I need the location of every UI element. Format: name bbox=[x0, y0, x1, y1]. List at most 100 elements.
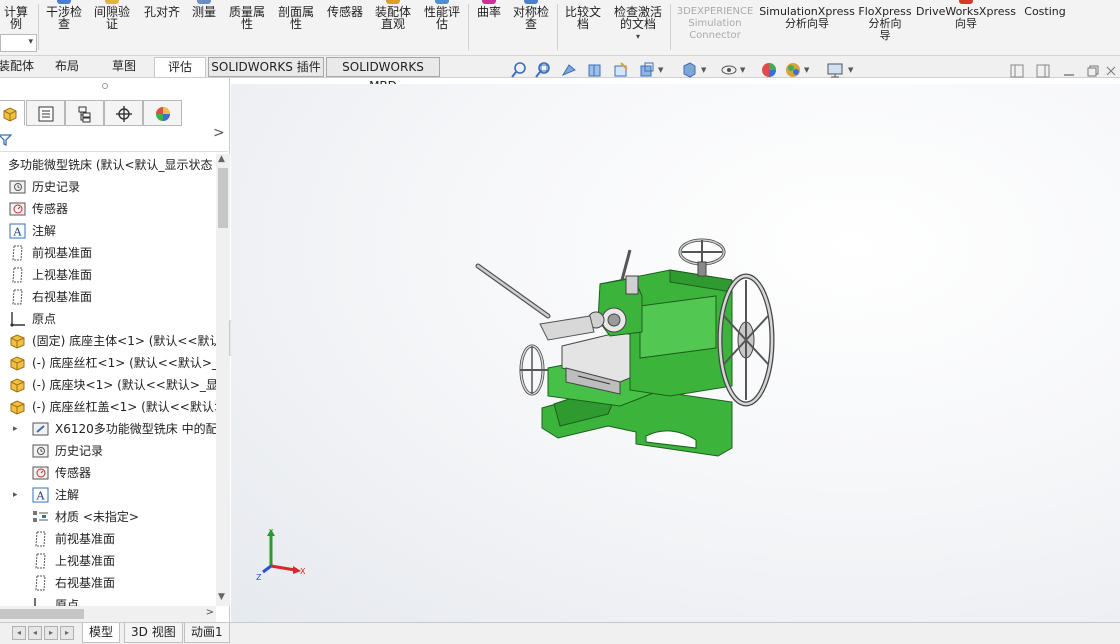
tree-item-root-assembly[interactable]: 多功能微型铣床 (默认<默认_显示状态 bbox=[0, 154, 216, 176]
tab-feature-tree[interactable] bbox=[0, 100, 25, 126]
section-properties-button[interactable]: 剖面属 性 bbox=[273, 0, 319, 56]
tree-item-mates[interactable]: ▸ X6120多功能微型铣床 中的配 bbox=[0, 418, 216, 440]
tab-property-manager[interactable] bbox=[26, 100, 65, 126]
tree-item-top-plane[interactable]: 上视基准面 bbox=[0, 264, 216, 286]
interference-check-button[interactable]: 干涉检 查 bbox=[42, 0, 86, 56]
tree-item-sensors[interactable]: 传感器 bbox=[0, 198, 216, 220]
tree-item-annotations[interactable]: ▸ A 注解 bbox=[0, 484, 216, 506]
measure-button[interactable]: 测量 bbox=[188, 0, 220, 56]
tree-item-origin[interactable]: 原点 bbox=[0, 594, 216, 606]
view-settings-icon[interactable] bbox=[826, 61, 844, 79]
view-orientation-icon[interactable] bbox=[638, 61, 656, 79]
minimize-icon[interactable] bbox=[1062, 64, 1076, 78]
sensor-button[interactable]: 传感器 bbox=[322, 0, 368, 56]
part-icon bbox=[10, 378, 25, 393]
tab-dimxpert-manager[interactable] bbox=[104, 100, 143, 126]
tree-item-front-plane[interactable]: 前视基准面 bbox=[0, 528, 216, 550]
tab-motion-study[interactable]: 动画1 bbox=[184, 623, 230, 643]
tab-model[interactable]: 模型 bbox=[82, 623, 121, 643]
tree-item-history[interactable]: 历史记录 bbox=[0, 176, 216, 198]
curvature-button[interactable]: 曲率 bbox=[472, 0, 506, 56]
driveworksxpress-button[interactable]: DriveWorksXpress 向导 bbox=[916, 0, 1016, 56]
costing-button[interactable]: Costing bbox=[1020, 0, 1070, 56]
tree-item-component[interactable]: (-) 底座块<1> (默认<<默认>_显示 bbox=[0, 374, 216, 396]
last-tab-icon[interactable]: ▸ bbox=[60, 626, 74, 640]
tab-3d-views[interactable]: 3D 视图 bbox=[124, 623, 183, 643]
compare-documents-button[interactable]: 比较文 档 bbox=[560, 0, 606, 56]
tree-filter[interactable] bbox=[0, 128, 228, 152]
tree-item-material[interactable]: 材质 <未指定> bbox=[0, 506, 216, 528]
tree-item-component[interactable]: (固定) 底座主体<1> (默认<<默认 bbox=[0, 330, 216, 352]
tab-evaluate[interactable]: 评估 bbox=[154, 57, 206, 77]
chevron-right-icon[interactable]: ▸ bbox=[13, 418, 23, 440]
tree-item-history[interactable]: 历史记录 bbox=[0, 440, 216, 462]
origin-icon bbox=[34, 598, 36, 606]
edit-appearance-icon[interactable] bbox=[760, 61, 778, 79]
tree-item-component[interactable]: (-) 底座丝杠<1> (默认<<默认>_显 bbox=[0, 352, 216, 374]
zoom-to-area-icon[interactable] bbox=[534, 61, 552, 79]
check-active-document-button[interactable]: 检查激活 的文档 ▾ bbox=[608, 0, 668, 56]
tile-left-icon[interactable] bbox=[1010, 64, 1024, 78]
section-view-icon[interactable] bbox=[586, 61, 604, 79]
milling-machine-model[interactable] bbox=[470, 236, 780, 462]
hide-show-items-icon[interactable] bbox=[720, 61, 738, 79]
close-icon[interactable] bbox=[1104, 64, 1118, 78]
chevron-down-icon[interactable]: ▼ bbox=[701, 66, 706, 74]
floxpress-button[interactable]: FloXpress 分析向 导 bbox=[857, 0, 913, 56]
tile-right-icon[interactable] bbox=[1036, 64, 1050, 78]
tab-configuration-manager[interactable] bbox=[65, 100, 104, 126]
tree-item-label: (-) 底座丝杠<1> (默认<<默认>_显 bbox=[32, 356, 216, 370]
symmetry-check-button[interactable]: 对称检 查 bbox=[508, 0, 554, 56]
ribbon-label: FloXpress 分析向 导 bbox=[858, 5, 912, 42]
tree-item-top-plane[interactable]: 上视基准面 bbox=[0, 550, 216, 572]
previous-view-icon[interactable] bbox=[560, 61, 578, 79]
dynamic-annotation-icon[interactable] bbox=[612, 61, 630, 79]
chevron-down-icon[interactable]: ▼ bbox=[848, 66, 853, 74]
tree-item-right-plane[interactable]: 右视基准面 bbox=[0, 286, 216, 308]
ribbon-label: 曲率 bbox=[476, 5, 501, 19]
hole-alignment-button[interactable]: 孔对齐 bbox=[138, 0, 186, 56]
tab-solidworks-addins[interactable]: SOLIDWORKS 插件 bbox=[208, 57, 324, 77]
simulationxpress-button[interactable]: SimulationXpress 分析向导 bbox=[759, 0, 855, 56]
tree-horizontal-scrollbar[interactable]: > bbox=[0, 606, 216, 622]
scroll-thumb[interactable] bbox=[0, 609, 84, 619]
first-tab-icon[interactable]: ◂ bbox=[12, 626, 26, 640]
tree-item-front-plane[interactable]: 前视基准面 bbox=[0, 242, 216, 264]
tab-layout[interactable]: 布局 bbox=[46, 57, 88, 77]
tree-item-sensors[interactable]: 传感器 bbox=[0, 462, 216, 484]
prev-tab-icon[interactable]: ◂ bbox=[28, 626, 42, 640]
restore-icon[interactable] bbox=[1086, 64, 1100, 78]
clearance-check-button[interactable]: 间隙验 证 bbox=[90, 0, 134, 56]
tab-display-manager[interactable] bbox=[143, 100, 182, 126]
tree-vertical-scrollbar[interactable]: ▲ ▼ bbox=[216, 154, 230, 606]
scroll-thumb[interactable] bbox=[218, 168, 228, 228]
performance-evaluation-button[interactable]: 性能评 估 bbox=[419, 0, 465, 56]
tree-item-label: 历史记录 bbox=[32, 180, 81, 194]
tree-item-label: 右视基准面 bbox=[55, 576, 116, 590]
next-tab-icon[interactable]: ▸ bbox=[44, 626, 58, 640]
tree-item-component[interactable]: (-) 底座丝杠盖<1> (默认<<默认> bbox=[0, 396, 216, 418]
tab-sketch[interactable]: 草图 bbox=[102, 57, 146, 77]
scroll-up-icon[interactable]: ▲ bbox=[218, 154, 225, 164]
mass-properties-button[interactable]: 质量属 性 bbox=[224, 0, 270, 56]
tab-assembly[interactable]: 装配体 bbox=[0, 57, 38, 77]
chevron-down-icon[interactable]: ▼ bbox=[804, 66, 809, 74]
tree-item-annotations[interactable]: A 注解 bbox=[0, 220, 216, 242]
assemblyxpert-button[interactable]: 装配体 直观 bbox=[370, 0, 416, 56]
tab-solidworks-mbd[interactable]: SOLIDWORKS MBD bbox=[326, 57, 440, 93]
chevron-right-icon[interactable]: > bbox=[206, 607, 214, 618]
plane-icon bbox=[12, 289, 23, 305]
left-combo[interactable]: ▾ bbox=[0, 34, 37, 52]
tree-item-right-plane[interactable]: 右视基准面 bbox=[0, 572, 216, 594]
scroll-down-icon[interactable]: ▼ bbox=[218, 592, 225, 602]
panel-grip-icon[interactable] bbox=[102, 83, 108, 89]
display-style-icon[interactable] bbox=[680, 61, 698, 79]
filter-icon[interactable] bbox=[0, 133, 12, 147]
apply-scene-icon[interactable] bbox=[784, 61, 802, 79]
property-manager-icon bbox=[38, 106, 54, 122]
chevron-right-icon[interactable]: ▸ bbox=[13, 484, 23, 506]
zoom-to-fit-icon[interactable] bbox=[510, 61, 528, 79]
chevron-down-icon[interactable]: ▼ bbox=[740, 66, 745, 74]
chevron-down-icon[interactable]: ▼ bbox=[658, 66, 663, 74]
tree-item-origin[interactable]: 原点 bbox=[0, 308, 216, 330]
